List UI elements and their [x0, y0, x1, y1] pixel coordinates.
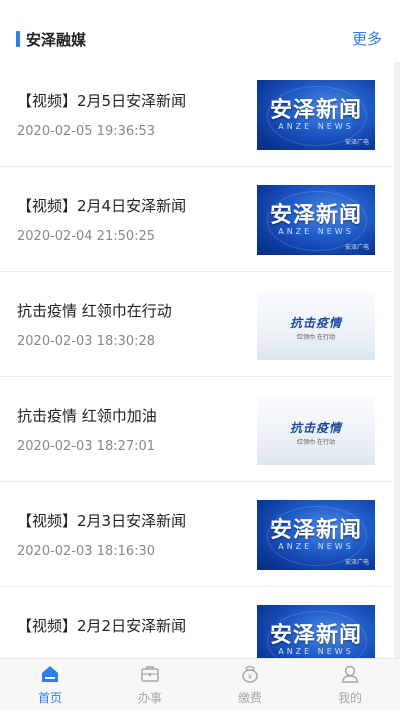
tab-label: 首页 — [37, 691, 62, 705]
news-thumbnail[interactable]: 安泽新闻 ANZE NEWS 安泽广电 — [257, 605, 375, 658]
scrollbar[interactable] — [394, 62, 400, 658]
news-list: 【视频】2月5日安泽新闻 2020-02-05 19:36:53 安泽新闻 AN… — [0, 62, 400, 658]
thumbnail-subtitle: ANZE NEWS — [278, 647, 354, 656]
tab-payment[interactable]: ¥ 缴费 — [200, 659, 300, 711]
thumbnail-title: 安泽新闻 — [269, 98, 362, 123]
thumbnail-subtitle: ANZE NEWS — [278, 227, 354, 236]
news-item[interactable]: 抗击疫情 红领巾在行动 2020-02-03 18:30:28 抗击疫情 红领巾… — [0, 272, 392, 377]
news-timestamp: 2020-02-03 18:16:30 — [17, 544, 156, 559]
section-title: 安泽融媒 — [26, 31, 87, 49]
news-item[interactable]: 【视频】2月5日安泽新闻 2020-02-05 19:36:53 安泽新闻 AN… — [0, 62, 392, 167]
thumbnail-title: 安泽新闻 — [269, 518, 362, 543]
news-thumbnail[interactable]: 安泽新闻 ANZE NEWS 安泽广电 — [257, 500, 375, 570]
news-item[interactable]: 【视频】2月4日安泽新闻 2020-02-04 21:50:25 安泽新闻 AN… — [0, 167, 392, 272]
news-thumbnail[interactable]: 安泽新闻 ANZE NEWS 安泽广电 — [257, 185, 375, 255]
news-headline: 【视频】2月5日安泽新闻 — [17, 92, 187, 110]
thumbnail-subtitle: ANZE NEWS — [278, 122, 354, 131]
user-icon — [341, 665, 359, 683]
svg-text:¥: ¥ — [248, 673, 253, 681]
more-link[interactable]: 更多 — [352, 28, 382, 49]
news-timestamp: 2020-02-04 21:50:25 — [17, 229, 156, 244]
tab-profile[interactable]: 我的 — [300, 659, 400, 711]
briefcase-icon — [141, 666, 159, 682]
tab-label: 办事 — [137, 691, 162, 705]
news-item[interactable]: 【视频】2月3日安泽新闻 2020-02-03 18:16:30 安泽新闻 AN… — [0, 482, 392, 587]
news-thumbnail[interactable]: 抗击疫情 红领巾 在行动 — [257, 395, 375, 465]
news-headline: 【视频】2月2日安泽新闻 — [17, 617, 187, 635]
payment-icon: ¥ — [242, 665, 258, 683]
thumbnail-title: 安泽新闻 — [269, 203, 362, 228]
news-timestamp: 2020-02-03 18:30:28 — [17, 334, 156, 349]
thumbnail-watermark: 安泽广电 — [344, 559, 369, 566]
thumbnail-title: 安泽新闻 — [269, 623, 362, 648]
thumbnail-subtitle: 红领巾 在行动 — [297, 334, 335, 341]
news-timestamp: 2020-02-03 18:27:01 — [17, 439, 156, 454]
news-headline: 抗击疫情 红领巾在行动 — [17, 302, 172, 320]
thumbnail-title: 抗击疫情 — [289, 316, 342, 330]
tab-home[interactable]: 首页 — [0, 659, 100, 711]
news-timestamp: 2020-02-05 19:36:53 — [17, 124, 156, 139]
news-thumbnail[interactable]: 安泽新闻 ANZE NEWS 安泽广电 — [257, 80, 375, 150]
section-accent-bar — [16, 31, 20, 47]
thumbnail-subtitle: ANZE NEWS — [278, 542, 354, 551]
thumbnail-subtitle: 红领巾 在行动 — [297, 439, 335, 446]
tab-services[interactable]: 办事 — [100, 659, 200, 711]
news-item[interactable]: 【视频】2月2日安泽新闻 安泽新闻 ANZE NEWS 安泽广电 — [0, 587, 392, 658]
thumbnail-title: 抗击疫情 — [289, 421, 342, 435]
tab-label: 缴费 — [237, 691, 262, 705]
news-item[interactable]: 抗击疫情 红领巾加油 2020-02-03 18:27:01 抗击疫情 红领巾 … — [0, 377, 392, 482]
news-headline: 【视频】2月3日安泽新闻 — [17, 512, 187, 530]
thumbnail-watermark: 安泽广电 — [344, 244, 369, 251]
tab-label: 我的 — [337, 691, 362, 705]
news-thumbnail[interactable]: 抗击疫情 红领巾 在行动 — [257, 290, 375, 360]
news-headline: 【视频】2月4日安泽新闻 — [17, 197, 187, 215]
bottom-tab-bar: 首页 办事 ¥ 缴费 我的 — [0, 658, 400, 710]
home-icon — [42, 666, 58, 682]
thumbnail-watermark: 安泽广电 — [344, 139, 369, 146]
news-headline: 抗击疫情 红领巾加油 — [17, 407, 157, 425]
